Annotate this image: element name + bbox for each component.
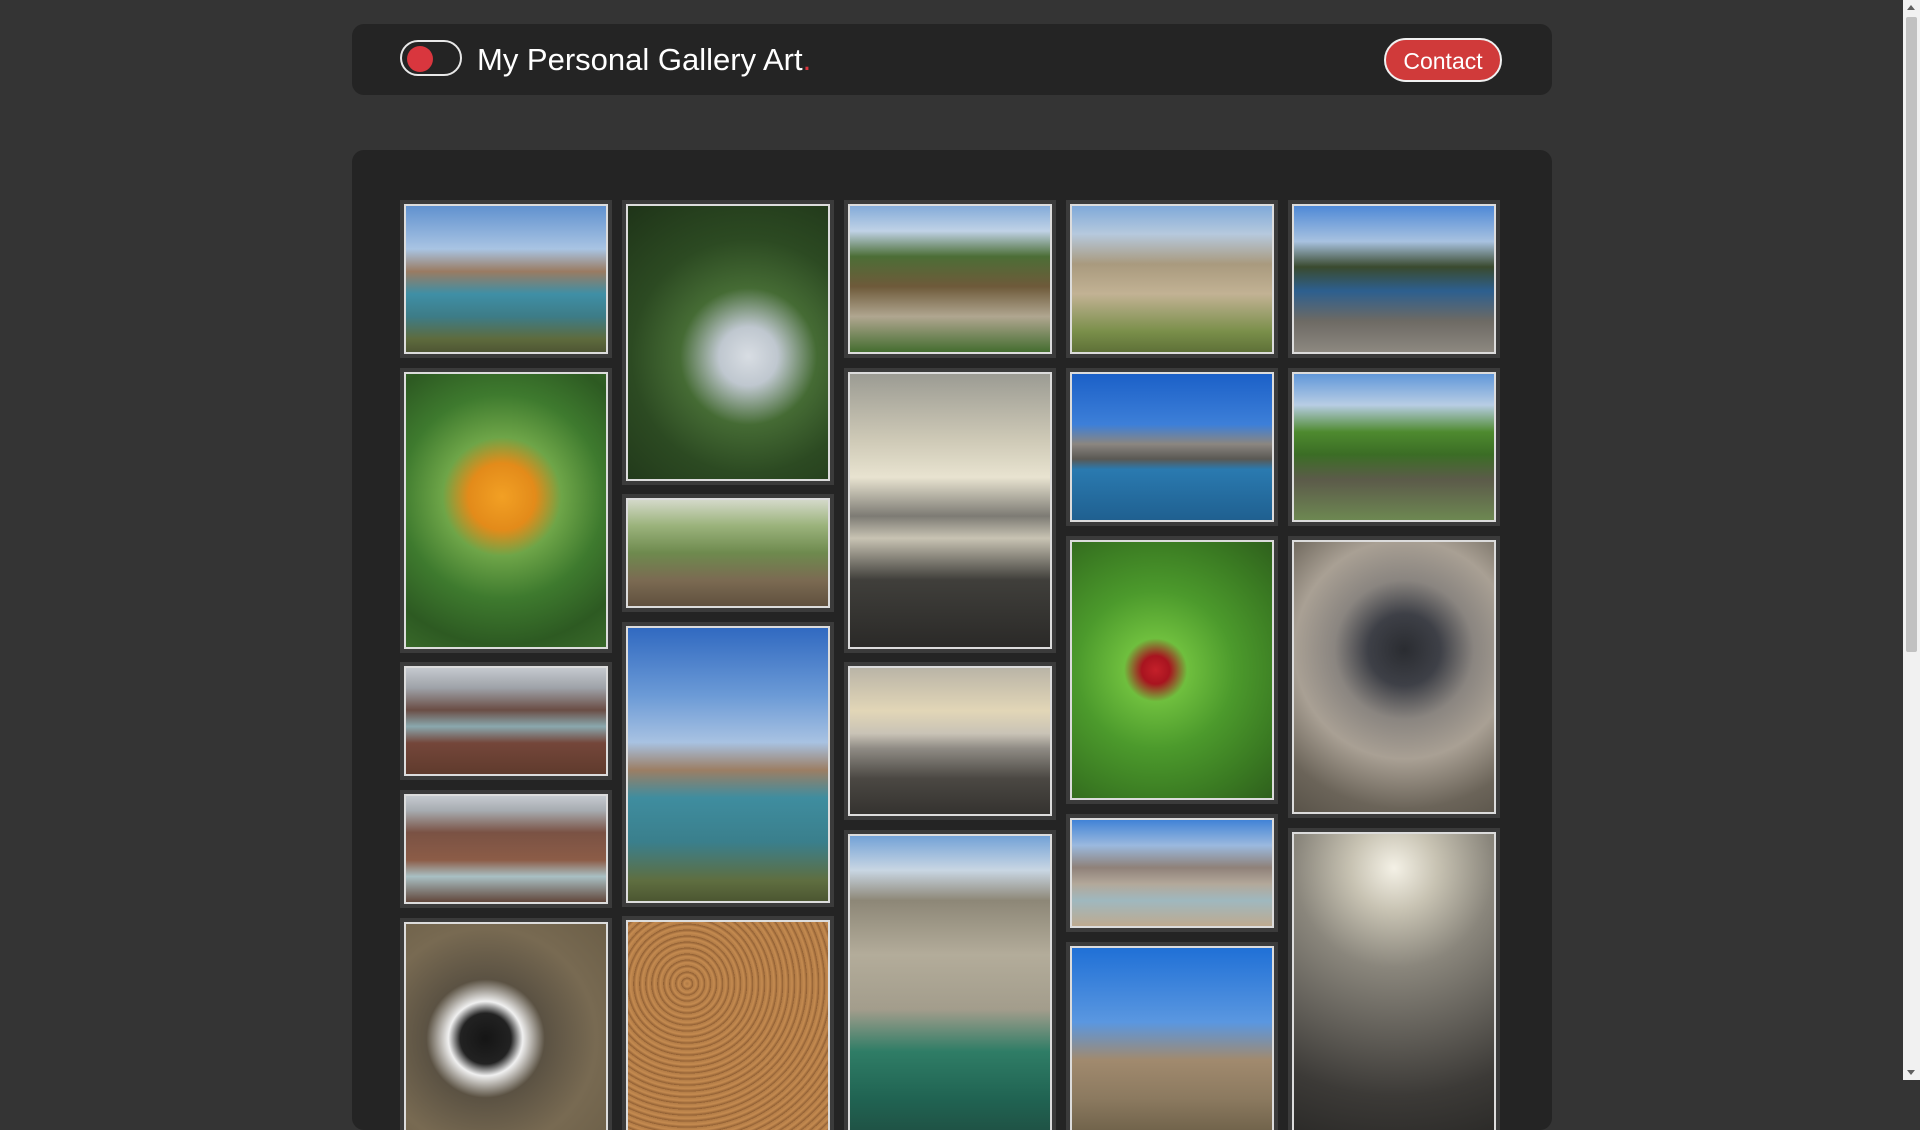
photo-valley-road[interactable] — [1066, 942, 1278, 1130]
photo-dog[interactable] — [400, 918, 612, 1130]
photo-rock-water[interactable] — [1066, 368, 1278, 526]
photo-ocean-sunset[interactable] — [844, 368, 1056, 653]
toggle-knob[interactable] — [407, 46, 433, 72]
photo-river-boulders[interactable] — [1288, 200, 1500, 358]
site-title-text: My Personal Gallery Art — [477, 42, 803, 77]
theme-toggle[interactable] — [400, 40, 462, 76]
photo-cloudy-sunset[interactable] — [1288, 828, 1500, 1130]
page-scrollbar[interactable] — [1903, 0, 1920, 1080]
site-title: My Personal Gallery Art. — [477, 42, 811, 78]
gallery-panel — [352, 150, 1552, 1130]
photo-garlic[interactable] — [622, 494, 834, 612]
scroll-up-arrow-icon[interactable] — [1907, 5, 1915, 10]
photo-canyon-reservoir[interactable] — [622, 622, 834, 907]
photo-poplar-pond[interactable] — [1288, 368, 1500, 526]
photo-gravel[interactable] — [622, 916, 834, 1130]
photo-kitten[interactable] — [1288, 536, 1500, 818]
scroll-down-arrow-icon[interactable] — [1907, 1070, 1915, 1075]
photo-chili-plant[interactable] — [1066, 536, 1278, 804]
photo-mountain-lagoon[interactable] — [1066, 814, 1278, 932]
title-accent-dot: . — [802, 42, 812, 77]
photo-mountain-river[interactable] — [400, 790, 612, 908]
photo-beach-dusk[interactable] — [844, 662, 1056, 820]
photo-crater-lake[interactable] — [844, 830, 1056, 1130]
photo-stream[interactable] — [844, 200, 1056, 358]
contact-button[interactable]: Contact — [1384, 38, 1502, 82]
photo-canyon-lake[interactable] — [400, 200, 612, 358]
photo-canyon-wall[interactable] — [1066, 200, 1278, 358]
photo-red-mountains[interactable] — [400, 662, 612, 780]
scroll-thumb[interactable] — [1906, 17, 1917, 652]
site-header: My Personal Gallery Art. Contact — [352, 24, 1552, 95]
photo-pumpkin[interactable] — [400, 368, 612, 653]
photo-tree-canopy[interactable] — [622, 200, 834, 485]
